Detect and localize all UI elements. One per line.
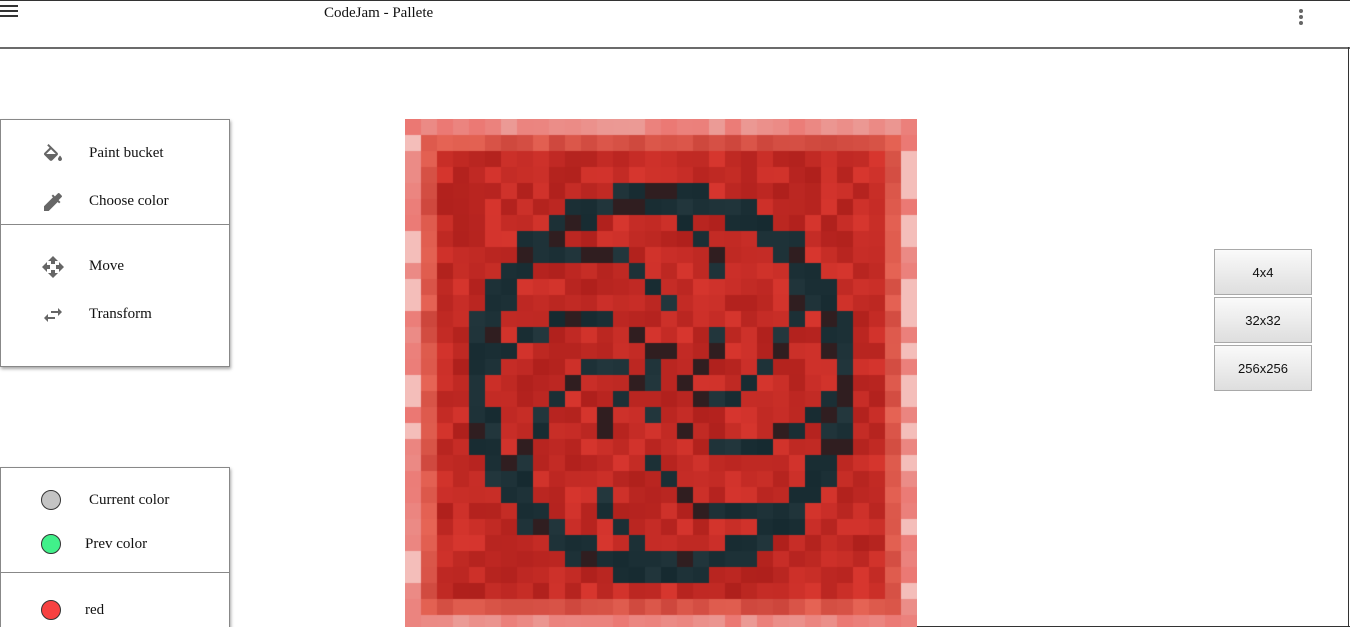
window-right-border xyxy=(1348,47,1349,627)
current-color-item[interactable]: Current color xyxy=(1,482,229,518)
eyedropper-icon xyxy=(44,193,62,211)
tool-choose-color[interactable]: Choose color xyxy=(1,181,229,221)
size-256x256-button[interactable]: 256x256 xyxy=(1214,345,1312,391)
color-label: Current color xyxy=(89,492,170,508)
app-window: CodeJam - Pallete Paint bucket Choose co… xyxy=(0,0,1350,627)
colors-panel: Current color Prev color red xyxy=(0,467,230,627)
color-label: Prev color xyxy=(85,536,148,552)
tool-label: Paint bucket xyxy=(89,145,164,161)
color-label: red xyxy=(85,602,105,618)
move-icon xyxy=(42,256,64,278)
tool-label: Choose color xyxy=(89,193,169,209)
red-color-swatch xyxy=(41,600,61,620)
size-32x32-button[interactable]: 32x32 xyxy=(1214,297,1312,343)
tool-move[interactable]: Move xyxy=(1,246,229,286)
tool-label: Move xyxy=(89,258,124,274)
drawing-canvas-area[interactable] xyxy=(405,119,917,627)
current-color-swatch xyxy=(41,490,61,510)
app-title: CodeJam - Pallete xyxy=(324,5,434,21)
tool-label: Transform xyxy=(89,306,152,322)
size-4x4-button[interactable]: 4x4 xyxy=(1214,249,1312,295)
red-color-item[interactable]: red xyxy=(1,592,229,627)
tool-paint-bucket[interactable]: Paint bucket xyxy=(1,133,229,173)
hamburger-menu-icon[interactable] xyxy=(0,3,20,21)
window-top-border xyxy=(0,0,1350,1)
colors-divider xyxy=(1,572,229,573)
prev-color-swatch xyxy=(41,534,61,554)
more-vertical-icon[interactable] xyxy=(1293,8,1309,28)
app-header: CodeJam - Pallete xyxy=(0,0,1350,49)
tool-transform[interactable]: Transform xyxy=(1,294,229,334)
tools-panel: Paint bucket Choose color Move Transform xyxy=(0,119,230,367)
pixel-canvas[interactable] xyxy=(405,119,917,627)
paint-bucket-icon xyxy=(43,144,62,161)
prev-color-item[interactable]: Prev color xyxy=(1,526,229,562)
transform-icon xyxy=(44,308,62,322)
tools-divider xyxy=(1,224,229,225)
